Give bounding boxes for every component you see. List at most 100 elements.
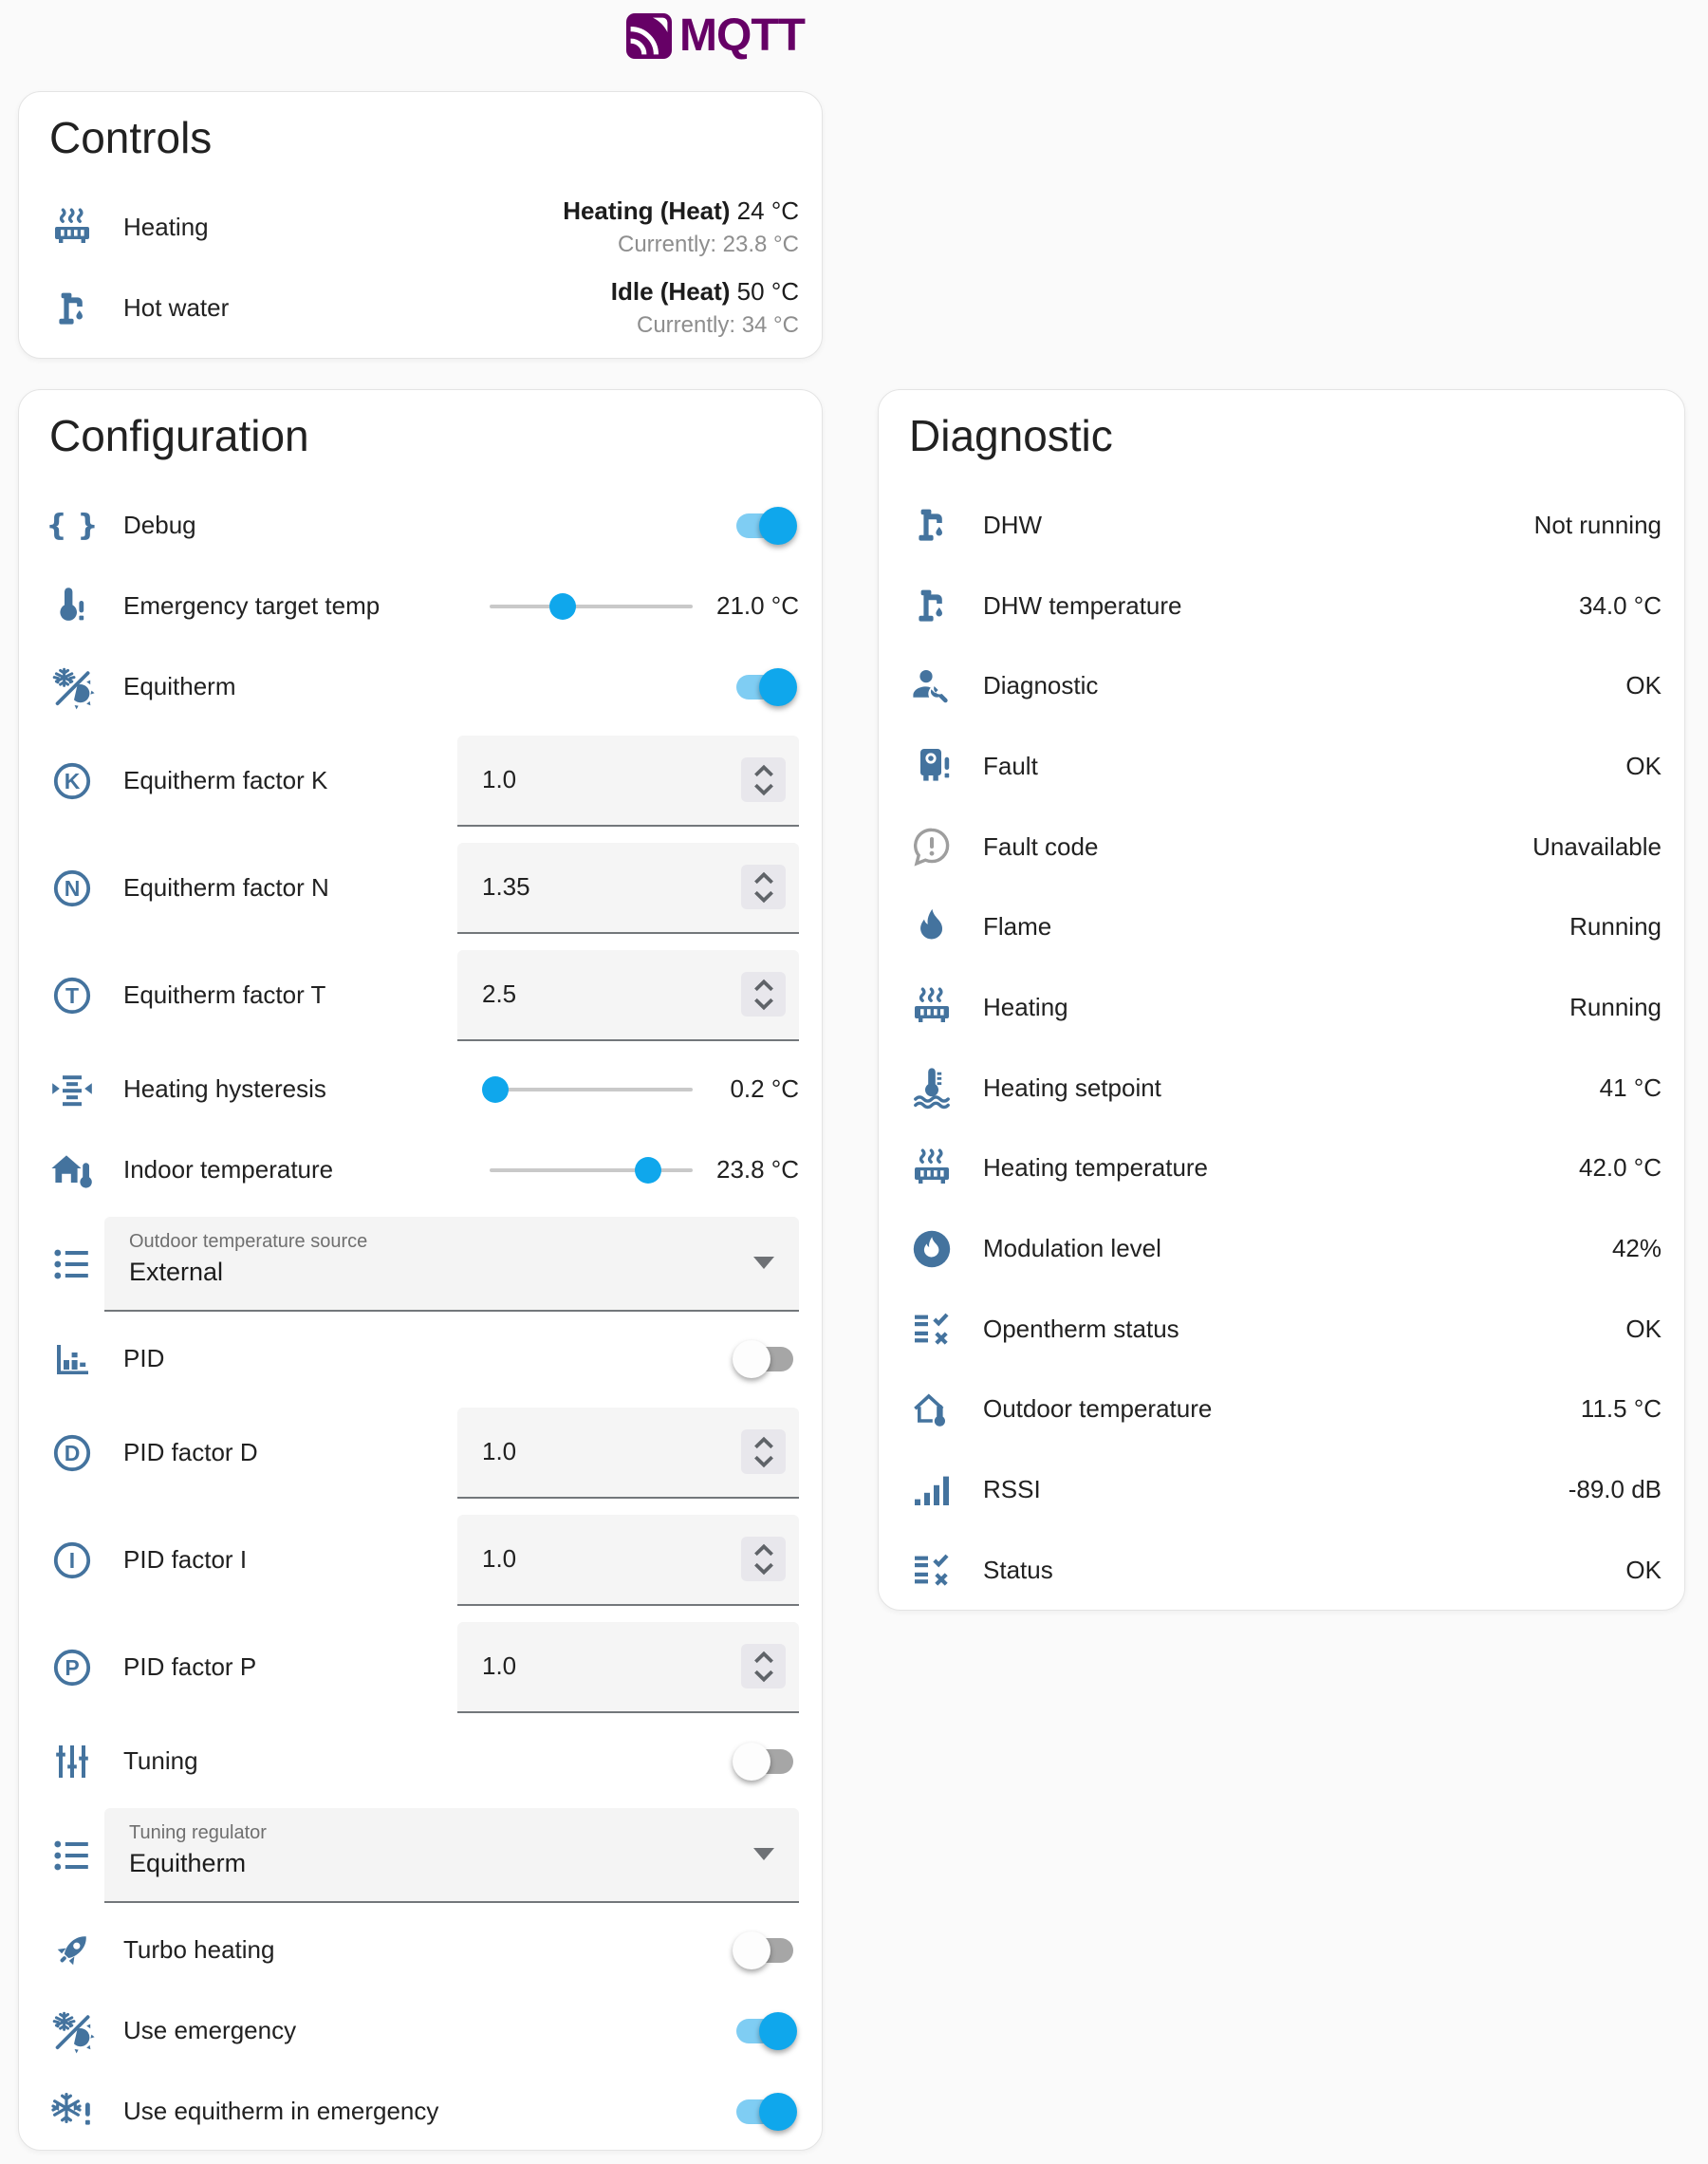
diagnostic-row-modulation-level[interactable]: Modulation level 42%	[909, 1208, 1662, 1289]
number-stepper[interactable]	[741, 865, 786, 909]
rocket-icon	[49, 1928, 95, 1973]
mqtt-logo-icon	[626, 13, 672, 59]
control-state[interactable]: Idle (Heat) 50 °C Currently: 34 °C	[611, 277, 799, 339]
diagnostic-value: 42%	[1612, 1234, 1662, 1263]
equitherm-factor-k-number-input[interactable]: 1.0	[457, 736, 799, 827]
faucet-icon	[49, 286, 95, 331]
pid-factor-d-number-input[interactable]: 1.0	[457, 1408, 799, 1499]
bool-list-icon	[909, 1306, 955, 1352]
number-value: 1.0	[482, 1437, 516, 1466]
diagnostic-value: Not running	[1534, 511, 1662, 540]
diagnostic-row-fault-code[interactable]: Fault code Unavailable	[909, 807, 1662, 887]
slider-knob[interactable]	[635, 1157, 661, 1184]
diagnostic-label: DHW temperature	[983, 591, 1182, 621]
diagnostic-value: Running	[1569, 912, 1662, 942]
configuration-title: Configuration	[49, 411, 799, 460]
diagnostic-row-fault[interactable]: Fault OK	[909, 726, 1662, 807]
use-equitherm-in-emergency-toggle[interactable]	[736, 2099, 793, 2124]
mqtt-logo: MQTT	[626, 9, 805, 62]
config-label: Equitherm factor T	[123, 980, 325, 1010]
diagnostic-row-dhw-temperature[interactable]: DHW temperature 34.0 °C	[909, 566, 1662, 646]
diagnostic-label: Heating setpoint	[983, 1073, 1161, 1103]
use-emergency-toggle[interactable]	[736, 2019, 793, 2043]
sun-snowflake-icon	[49, 2008, 95, 2054]
config-label: Equitherm factor N	[123, 873, 329, 903]
controls-card: Controls Heating Heating (Heat) 24 °C Cu…	[18, 91, 823, 359]
number-stepper[interactable]	[741, 972, 786, 1017]
config-row-turbo-heating: Turbo heating	[49, 1910, 799, 1990]
diagnostic-row-dhw[interactable]: DHW Not running	[909, 485, 1662, 566]
emergency-target-temp-slider[interactable]	[490, 593, 693, 620]
diagnostic-value: -89.0 dB	[1569, 1475, 1662, 1504]
control-state-mode: Idle (Heat)	[611, 277, 731, 306]
thermometer-waves-icon	[909, 1065, 955, 1110]
equitherm-factor-n-number-input[interactable]: 1.35	[457, 843, 799, 934]
diagnostic-label: Diagnostic	[983, 671, 1098, 700]
number-stepper[interactable]	[741, 1644, 786, 1688]
config-row-heating-hysteresis: Heating hysteresis 0.2 °C	[49, 1049, 799, 1129]
svg-text:D: D	[65, 1441, 81, 1465]
diagnostic-row-heating[interactable]: Heating Running	[909, 967, 1662, 1048]
chart-bar-icon	[49, 1336, 95, 1382]
thermometer-alert-icon	[49, 584, 95, 629]
heating-hysteresis-slider[interactable]	[490, 1076, 693, 1103]
diagnostic-row-outdoor-temperature[interactable]: Outdoor temperature 11.5 °C	[909, 1370, 1662, 1450]
control-state-target: 24 °C	[737, 196, 799, 225]
number-value: 1.0	[482, 1544, 516, 1574]
diagnostic-row-heating-temperature[interactable]: Heating temperature 42.0 °C	[909, 1129, 1662, 1209]
diagnostic-row-diagnostic[interactable]: Diagnostic OK	[909, 645, 1662, 726]
hysteresis-icon	[49, 1067, 95, 1112]
config-label: PID factor P	[123, 1652, 256, 1682]
diagnostic-value: 41 °C	[1600, 1073, 1662, 1103]
boiler-alert-icon	[909, 743, 955, 789]
list-icon	[49, 1833, 95, 1878]
indoor-temperature-slider[interactable]	[490, 1157, 693, 1184]
tuning-regulator-select[interactable]: Tuning regulator Equitherm	[104, 1808, 799, 1903]
number-stepper[interactable]	[741, 1429, 786, 1474]
turbo-heating-toggle[interactable]	[736, 1938, 793, 1963]
radiator-icon	[909, 984, 955, 1030]
diagnostic-value: Running	[1569, 993, 1662, 1022]
number-value: 1.0	[482, 1651, 516, 1681]
number-stepper[interactable]	[741, 757, 786, 802]
diagnostic-row-rssi[interactable]: RSSI -89.0 dB	[909, 1449, 1662, 1530]
select-label: Tuning regulator	[129, 1822, 267, 1844]
slider-knob[interactable]	[482, 1076, 509, 1103]
control-label: Hot water	[123, 293, 229, 323]
equitherm-toggle[interactable]	[736, 675, 793, 700]
debug-toggle[interactable]	[736, 513, 793, 538]
radiator-icon	[909, 1146, 955, 1191]
config-row-debug: { } Debug	[49, 485, 799, 566]
pid-factor-p-number-input[interactable]: 1.0	[457, 1622, 799, 1713]
select-label: Outdoor temperature source	[129, 1231, 367, 1253]
control-row-heating[interactable]: Heating Heating (Heat) 24 °C Currently: …	[49, 187, 799, 268]
diagnostic-title: Diagnostic	[909, 411, 1662, 460]
diagnostic-row-heating-setpoint[interactable]: Heating setpoint 41 °C	[909, 1048, 1662, 1129]
config-label: Equitherm factor K	[123, 766, 327, 795]
config-label: PID	[123, 1344, 164, 1373]
control-state[interactable]: Heating (Heat) 24 °C Currently: 23.8 °C	[563, 196, 799, 258]
pid-toggle[interactable]	[736, 1347, 793, 1371]
pid-factor-i-number-input[interactable]: 1.0	[457, 1515, 799, 1606]
tuning-toggle[interactable]	[736, 1749, 793, 1774]
diagnostic-label: Status	[983, 1556, 1053, 1585]
number-stepper[interactable]	[741, 1537, 786, 1581]
svg-text:{ }: { }	[49, 508, 95, 542]
diagnostic-row-flame[interactable]: Flame Running	[909, 886, 1662, 967]
control-row-hot-water[interactable]: Hot water Idle (Heat) 50 °C Currently: 3…	[49, 268, 799, 348]
diagnostic-row-opentherm-status[interactable]: Opentherm status OK	[909, 1289, 1662, 1370]
slider-knob[interactable]	[549, 593, 576, 620]
configuration-rows: { } Debug Emergency target temp 21.0 °C …	[49, 485, 799, 2151]
diagnostic-label: Heating	[983, 993, 1068, 1022]
outdoor-temperature-source-select[interactable]: Outdoor temperature source External	[104, 1217, 799, 1312]
account-wrench-icon	[909, 663, 955, 709]
config-row-pid-factor-p: P PID factor P 1.0	[49, 1614, 799, 1721]
signal-icon	[909, 1467, 955, 1513]
control-state-target: 50 °C	[737, 277, 799, 306]
alpha-t-circle-icon: T	[49, 973, 95, 1018]
config-row-tuning-regulator: Tuning regulator Equitherm	[49, 1801, 799, 1910]
diagnostic-row-status[interactable]: Status OK	[909, 1530, 1662, 1611]
equitherm-factor-t-number-input[interactable]: 2.5	[457, 950, 799, 1041]
number-value: 1.35	[482, 872, 530, 902]
radiator-icon	[49, 205, 95, 251]
